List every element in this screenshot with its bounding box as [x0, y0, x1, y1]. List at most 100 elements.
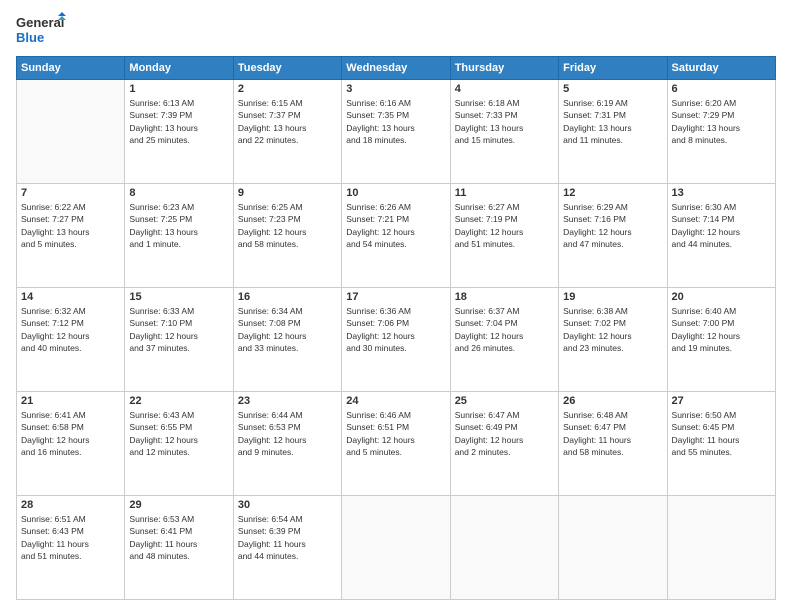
calendar-week-5: 28 Sunrise: 6:51 AM Sunset: 6:43 PM Dayli… [17, 496, 776, 600]
day-info: Sunrise: 6:51 AM Sunset: 6:43 PM Dayligh… [21, 513, 120, 562]
day-info: Sunrise: 6:13 AM Sunset: 7:39 PM Dayligh… [129, 97, 228, 146]
day-info: Sunrise: 6:48 AM Sunset: 6:47 PM Dayligh… [563, 409, 662, 458]
day-number: 14 [21, 291, 120, 303]
col-header-monday: Monday [125, 57, 233, 80]
day-info: Sunrise: 6:50 AM Sunset: 6:45 PM Dayligh… [672, 409, 771, 458]
day-info: Sunrise: 6:32 AM Sunset: 7:12 PM Dayligh… [21, 305, 120, 354]
day-number: 7 [21, 187, 120, 199]
day-number: 17 [346, 291, 445, 303]
day-number: 2 [238, 83, 337, 95]
day-number: 15 [129, 291, 228, 303]
calendar-cell: 25 Sunrise: 6:47 AM Sunset: 6:49 PM Dayli… [450, 392, 558, 496]
calendar-table: SundayMondayTuesdayWednesdayThursdayFrid… [16, 56, 776, 600]
calendar-cell: 3Sunrise: 6:16 AM Sunset: 7:35 PM Daylig… [342, 80, 450, 184]
page: General Blue SundayMondayTuesdayWednesda… [0, 0, 792, 612]
day-info: Sunrise: 6:53 AM Sunset: 6:41 PM Dayligh… [129, 513, 228, 562]
calendar-cell: 17 Sunrise: 6:36 AM Sunset: 7:06 PM Dayli… [342, 288, 450, 392]
calendar-cell [559, 496, 667, 600]
calendar-cell: 1Sunrise: 6:13 AM Sunset: 7:39 PM Daylig… [125, 80, 233, 184]
calendar-cell: 19 Sunrise: 6:38 AM Sunset: 7:02 PM Dayli… [559, 288, 667, 392]
col-header-saturday: Saturday [667, 57, 775, 80]
day-info: Sunrise: 6:40 AM Sunset: 7:00 PM Dayligh… [672, 305, 771, 354]
day-info: Sunrise: 6:43 AM Sunset: 6:55 PM Dayligh… [129, 409, 228, 458]
day-number: 5 [563, 83, 662, 95]
day-info: Sunrise: 6:54 AM Sunset: 6:39 PM Dayligh… [238, 513, 337, 562]
calendar-cell [450, 496, 558, 600]
col-header-friday: Friday [559, 57, 667, 80]
calendar-cell [342, 496, 450, 600]
day-number: 22 [129, 395, 228, 407]
calendar-cell: 23 Sunrise: 6:44 AM Sunset: 6:53 PM Dayli… [233, 392, 341, 496]
calendar-cell: 15 Sunrise: 6:33 AM Sunset: 7:10 PM Dayli… [125, 288, 233, 392]
day-number: 23 [238, 395, 337, 407]
day-number: 11 [455, 187, 554, 199]
day-number: 28 [21, 499, 120, 511]
calendar-week-4: 21 Sunrise: 6:41 AM Sunset: 6:58 PM Dayli… [17, 392, 776, 496]
calendar-week-2: 7 Sunrise: 6:22 AM Sunset: 7:27 PM Daylig… [17, 184, 776, 288]
day-info: Sunrise: 6:26 AM Sunset: 7:21 PM Dayligh… [346, 201, 445, 250]
day-info: Sunrise: 6:33 AM Sunset: 7:10 PM Dayligh… [129, 305, 228, 354]
calendar-cell: 2 Sunrise: 6:15 AM Sunset: 7:37 PM Daylig… [233, 80, 341, 184]
logo: General Blue [16, 12, 66, 48]
calendar-cell: 22 Sunrise: 6:43 AM Sunset: 6:55 PM Dayli… [125, 392, 233, 496]
day-number: 9 [238, 187, 337, 199]
svg-text:Blue: Blue [16, 30, 44, 45]
day-info: Sunrise: 6:16 AM Sunset: 7:35 PM Dayligh… [346, 97, 445, 146]
day-number: 4 [455, 83, 554, 95]
day-number: 26 [563, 395, 662, 407]
day-info: Sunrise: 6:25 AM Sunset: 7:23 PM Dayligh… [238, 201, 337, 250]
day-info: Sunrise: 6:38 AM Sunset: 7:02 PM Dayligh… [563, 305, 662, 354]
svg-text:General: General [16, 15, 64, 30]
calendar-cell: 24Sunrise: 6:46 AM Sunset: 6:51 PM Dayli… [342, 392, 450, 496]
day-info: Sunrise: 6:30 AM Sunset: 7:14 PM Dayligh… [672, 201, 771, 250]
calendar-cell: 18Sunrise: 6:37 AM Sunset: 7:04 PM Dayli… [450, 288, 558, 392]
day-info: Sunrise: 6:41 AM Sunset: 6:58 PM Dayligh… [21, 409, 120, 458]
day-number: 8 [129, 187, 228, 199]
calendar-week-1: 1Sunrise: 6:13 AM Sunset: 7:39 PM Daylig… [17, 80, 776, 184]
day-number: 12 [563, 187, 662, 199]
day-number: 13 [672, 187, 771, 199]
day-info: Sunrise: 6:18 AM Sunset: 7:33 PM Dayligh… [455, 97, 554, 146]
day-info: Sunrise: 6:22 AM Sunset: 7:27 PM Dayligh… [21, 201, 120, 250]
day-info: Sunrise: 6:19 AM Sunset: 7:31 PM Dayligh… [563, 97, 662, 146]
day-info: Sunrise: 6:44 AM Sunset: 6:53 PM Dayligh… [238, 409, 337, 458]
day-info: Sunrise: 6:47 AM Sunset: 6:49 PM Dayligh… [455, 409, 554, 458]
calendar-cell: 5 Sunrise: 6:19 AM Sunset: 7:31 PM Daylig… [559, 80, 667, 184]
calendar-cell: 6Sunrise: 6:20 AM Sunset: 7:29 PM Daylig… [667, 80, 775, 184]
day-info: Sunrise: 6:29 AM Sunset: 7:16 PM Dayligh… [563, 201, 662, 250]
calendar-week-3: 14 Sunrise: 6:32 AM Sunset: 7:12 PM Dayli… [17, 288, 776, 392]
day-number: 21 [21, 395, 120, 407]
calendar-cell: 20 Sunrise: 6:40 AM Sunset: 7:00 PM Dayli… [667, 288, 775, 392]
col-header-tuesday: Tuesday [233, 57, 341, 80]
calendar-cell: 21 Sunrise: 6:41 AM Sunset: 6:58 PM Dayli… [17, 392, 125, 496]
day-info: Sunrise: 6:34 AM Sunset: 7:08 PM Dayligh… [238, 305, 337, 354]
calendar-cell: 8 Sunrise: 6:23 AM Sunset: 7:25 PM Daylig… [125, 184, 233, 288]
day-info: Sunrise: 6:27 AM Sunset: 7:19 PM Dayligh… [455, 201, 554, 250]
calendar-cell: 26 Sunrise: 6:48 AM Sunset: 6:47 PM Dayli… [559, 392, 667, 496]
calendar-cell: 13 Sunrise: 6:30 AM Sunset: 7:14 PM Dayli… [667, 184, 775, 288]
calendar-cell [17, 80, 125, 184]
calendar-cell: 30 Sunrise: 6:54 AM Sunset: 6:39 PM Dayli… [233, 496, 341, 600]
day-number: 19 [563, 291, 662, 303]
day-number: 16 [238, 291, 337, 303]
day-number: 25 [455, 395, 554, 407]
day-info: Sunrise: 6:15 AM Sunset: 7:37 PM Dayligh… [238, 97, 337, 146]
day-number: 27 [672, 395, 771, 407]
calendar-cell: 9 Sunrise: 6:25 AM Sunset: 7:23 PM Daylig… [233, 184, 341, 288]
header: General Blue [16, 12, 776, 48]
day-info: Sunrise: 6:36 AM Sunset: 7:06 PM Dayligh… [346, 305, 445, 354]
calendar-cell: 12 Sunrise: 6:29 AM Sunset: 7:16 PM Dayli… [559, 184, 667, 288]
day-number: 6 [672, 83, 771, 95]
day-number: 20 [672, 291, 771, 303]
calendar-header-row: SundayMondayTuesdayWednesdayThursdayFrid… [17, 57, 776, 80]
calendar-cell: 16 Sunrise: 6:34 AM Sunset: 7:08 PM Dayli… [233, 288, 341, 392]
day-info: Sunrise: 6:46 AM Sunset: 6:51 PM Dayligh… [346, 409, 445, 458]
calendar-cell: 11 Sunrise: 6:27 AM Sunset: 7:19 PM Dayli… [450, 184, 558, 288]
day-number: 29 [129, 499, 228, 511]
calendar-cell: 27 Sunrise: 6:50 AM Sunset: 6:45 PM Dayli… [667, 392, 775, 496]
calendar-cell: 28 Sunrise: 6:51 AM Sunset: 6:43 PM Dayli… [17, 496, 125, 600]
day-info: Sunrise: 6:23 AM Sunset: 7:25 PM Dayligh… [129, 201, 228, 250]
day-number: 30 [238, 499, 337, 511]
calendar-cell: 7 Sunrise: 6:22 AM Sunset: 7:27 PM Daylig… [17, 184, 125, 288]
calendar-cell: 14 Sunrise: 6:32 AM Sunset: 7:12 PM Dayli… [17, 288, 125, 392]
